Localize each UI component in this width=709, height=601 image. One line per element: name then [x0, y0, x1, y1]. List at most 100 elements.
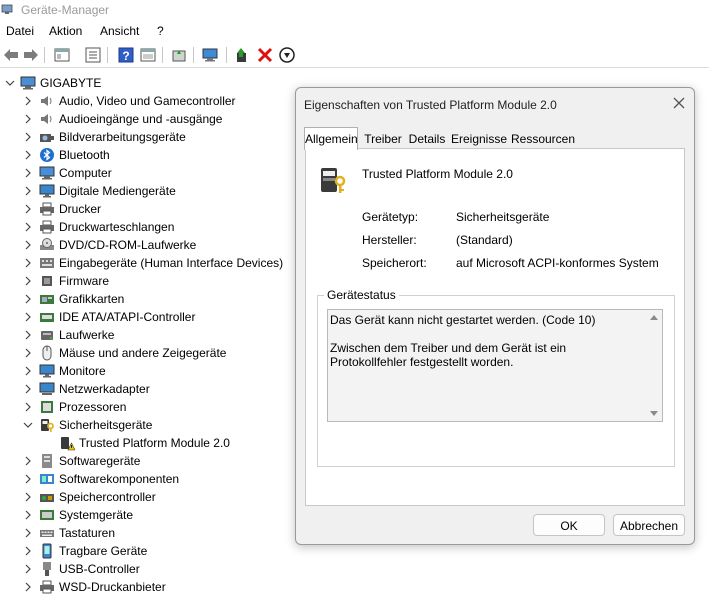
- tree-device-item[interactable]: Trusted Platform Module 2.0: [0, 434, 300, 452]
- toolbar-separator: [193, 47, 194, 63]
- tree-category-item[interactable]: Speichercontroller: [0, 488, 300, 506]
- tree-category-item[interactable]: Audio, Video und Gamecontroller: [0, 92, 300, 110]
- chevron-right-icon[interactable]: [22, 509, 34, 521]
- monitor-icon: [39, 364, 55, 378]
- monitor-icon[interactable]: [201, 46, 219, 64]
- chevron-right-icon[interactable]: [22, 347, 34, 359]
- menu-aktion[interactable]: Aktion: [49, 24, 82, 38]
- tree-category-item[interactable]: Firmware: [0, 272, 300, 290]
- chevron-right-icon[interactable]: [22, 401, 34, 413]
- tree-category-item[interactable]: Eingabegeräte (Human Interface Devices): [0, 254, 300, 272]
- warning-icon: [61, 437, 75, 451]
- chevron-right-icon[interactable]: [22, 455, 34, 467]
- tree-category-item[interactable]: DVD/CD-ROM-Laufwerke: [0, 236, 300, 254]
- update-driver-icon[interactable]: [170, 46, 188, 64]
- tree-category-item[interactable]: IDE ATA/ATAPI-Controller: [0, 308, 300, 326]
- tree-category-item[interactable]: Audioeingänge und -ausgänge: [0, 110, 300, 128]
- menu-datei[interactable]: Datei: [6, 24, 34, 38]
- properties-dialog: Eigenschaften von Trusted Platform Modul…: [295, 87, 695, 545]
- chevron-right-icon[interactable]: [22, 95, 34, 107]
- tree-category-item[interactable]: Tastaturen: [0, 524, 300, 542]
- toolbar-separator: [107, 47, 108, 63]
- tree-root-label: GIGABYTE: [40, 76, 102, 90]
- chevron-right-icon[interactable]: [22, 185, 34, 197]
- tree-category-item[interactable]: Prozessoren: [0, 398, 300, 416]
- tree-category-item[interactable]: Grafikkarten: [0, 290, 300, 308]
- tree-category-item[interactable]: Softwaregeräte: [0, 452, 300, 470]
- tree-category-item[interactable]: Sicherheitsgeräte: [0, 416, 300, 434]
- svg-text:?: ?: [122, 49, 129, 63]
- tree-category-item[interactable]: Softwarekomponenten: [0, 470, 300, 488]
- status-textbox[interactable]: Das Gerät kann nicht gestartet werden. (…: [327, 309, 663, 422]
- tree-category-item[interactable]: Bildverarbeitungsgeräte: [0, 128, 300, 146]
- add-driver-icon[interactable]: [233, 46, 251, 64]
- tree-category-item[interactable]: Laufwerke: [0, 326, 300, 344]
- status-scrollbar[interactable]: [646, 310, 662, 421]
- prop-value-type: Sicherheitsgeräte: [456, 210, 550, 224]
- delete-icon[interactable]: [256, 46, 274, 64]
- tab-ereignisse[interactable]: Ereignisse: [450, 130, 508, 148]
- chevron-right-icon[interactable]: [22, 365, 34, 377]
- list-icon[interactable]: [84, 46, 102, 64]
- close-icon[interactable]: [672, 96, 686, 110]
- chevron-right-icon[interactable]: [22, 581, 34, 593]
- display-adapter-icon: [40, 295, 54, 304]
- tab-allgemein[interactable]: Allgemein: [304, 127, 358, 150]
- chevron-right-icon[interactable]: [22, 383, 34, 395]
- chevron-right-icon[interactable]: [22, 563, 34, 575]
- tree-item-label: IDE ATA/ATAPI-Controller: [59, 310, 196, 324]
- drive-icon: [41, 331, 53, 340]
- chevron-right-icon[interactable]: [22, 221, 34, 233]
- install-icon[interactable]: [278, 46, 296, 64]
- chevron-right-icon[interactable]: [22, 329, 34, 341]
- tree-category-item[interactable]: Druckwarteschlangen: [0, 218, 300, 236]
- tree-category-item[interactable]: Tragbare Geräte: [0, 542, 300, 560]
- tree-category-item[interactable]: Digitale Mediengeräte: [0, 182, 300, 200]
- tree-category-item[interactable]: USB-Controller: [0, 560, 300, 578]
- chevron-right-icon[interactable]: [22, 113, 34, 125]
- tree-category-item[interactable]: WSD-Druckanbieter: [0, 578, 300, 596]
- tree-category-item[interactable]: Monitore: [0, 362, 300, 380]
- tree-category-item[interactable]: Computer: [0, 164, 300, 182]
- tree-category-item[interactable]: Netzwerkadapter: [0, 380, 300, 398]
- toolbar: ?: [0, 43, 709, 68]
- chevron-right-icon[interactable]: [22, 257, 34, 269]
- device-name: Trusted Platform Module 2.0: [362, 167, 513, 181]
- chevron-down-icon[interactable]: [4, 77, 16, 89]
- status-text: Das Gerät kann nicht gestartet werden. (…: [330, 313, 596, 369]
- ok-button[interactable]: OK: [533, 514, 605, 536]
- tree-item-label: Prozessoren: [59, 400, 127, 414]
- chevron-right-icon[interactable]: [22, 293, 34, 305]
- tree-category-item[interactable]: Drucker: [0, 200, 300, 218]
- chevron-down-icon[interactable]: [22, 419, 34, 431]
- chevron-right-icon[interactable]: [22, 473, 34, 485]
- tree-item-label: Laufwerke: [59, 328, 115, 342]
- chevron-right-icon[interactable]: [22, 203, 34, 215]
- forward-icon[interactable]: [22, 46, 40, 64]
- chevron-right-icon[interactable]: [22, 131, 34, 143]
- tree-root[interactable]: GIGABYTE: [0, 74, 300, 92]
- tab-treiber[interactable]: Treiber: [362, 130, 404, 148]
- chevron-right-icon[interactable]: [22, 275, 34, 287]
- chevron-right-icon[interactable]: [22, 167, 34, 179]
- chevron-right-icon[interactable]: [22, 545, 34, 557]
- properties-pane-icon[interactable]: [53, 46, 71, 64]
- chevron-right-icon[interactable]: [22, 527, 34, 539]
- tree-category-item[interactable]: Bluetooth: [0, 146, 300, 164]
- chevron-right-icon[interactable]: [22, 491, 34, 503]
- chevron-right-icon[interactable]: [22, 149, 34, 161]
- tab-details[interactable]: Details: [406, 130, 448, 148]
- chevron-right-icon[interactable]: [22, 311, 34, 323]
- status-group-title: Gerätestatus: [324, 288, 399, 302]
- menu-ansicht[interactable]: Ansicht: [100, 24, 139, 38]
- chevron-right-icon[interactable]: [22, 239, 34, 251]
- tree-item-label: Tragbare Geräte: [59, 544, 148, 558]
- tab-ressourcen[interactable]: Ressourcen: [510, 130, 576, 148]
- view-icon[interactable]: [139, 46, 157, 64]
- back-icon[interactable]: [2, 46, 20, 64]
- help-icon[interactable]: ?: [117, 46, 135, 64]
- menu-help[interactable]: ?: [157, 24, 164, 38]
- cancel-button[interactable]: Abbrechen: [613, 514, 685, 536]
- tree-category-item[interactable]: Mäuse und andere Zeigegeräte: [0, 344, 300, 362]
- tree-category-item[interactable]: Systemgeräte: [0, 506, 300, 524]
